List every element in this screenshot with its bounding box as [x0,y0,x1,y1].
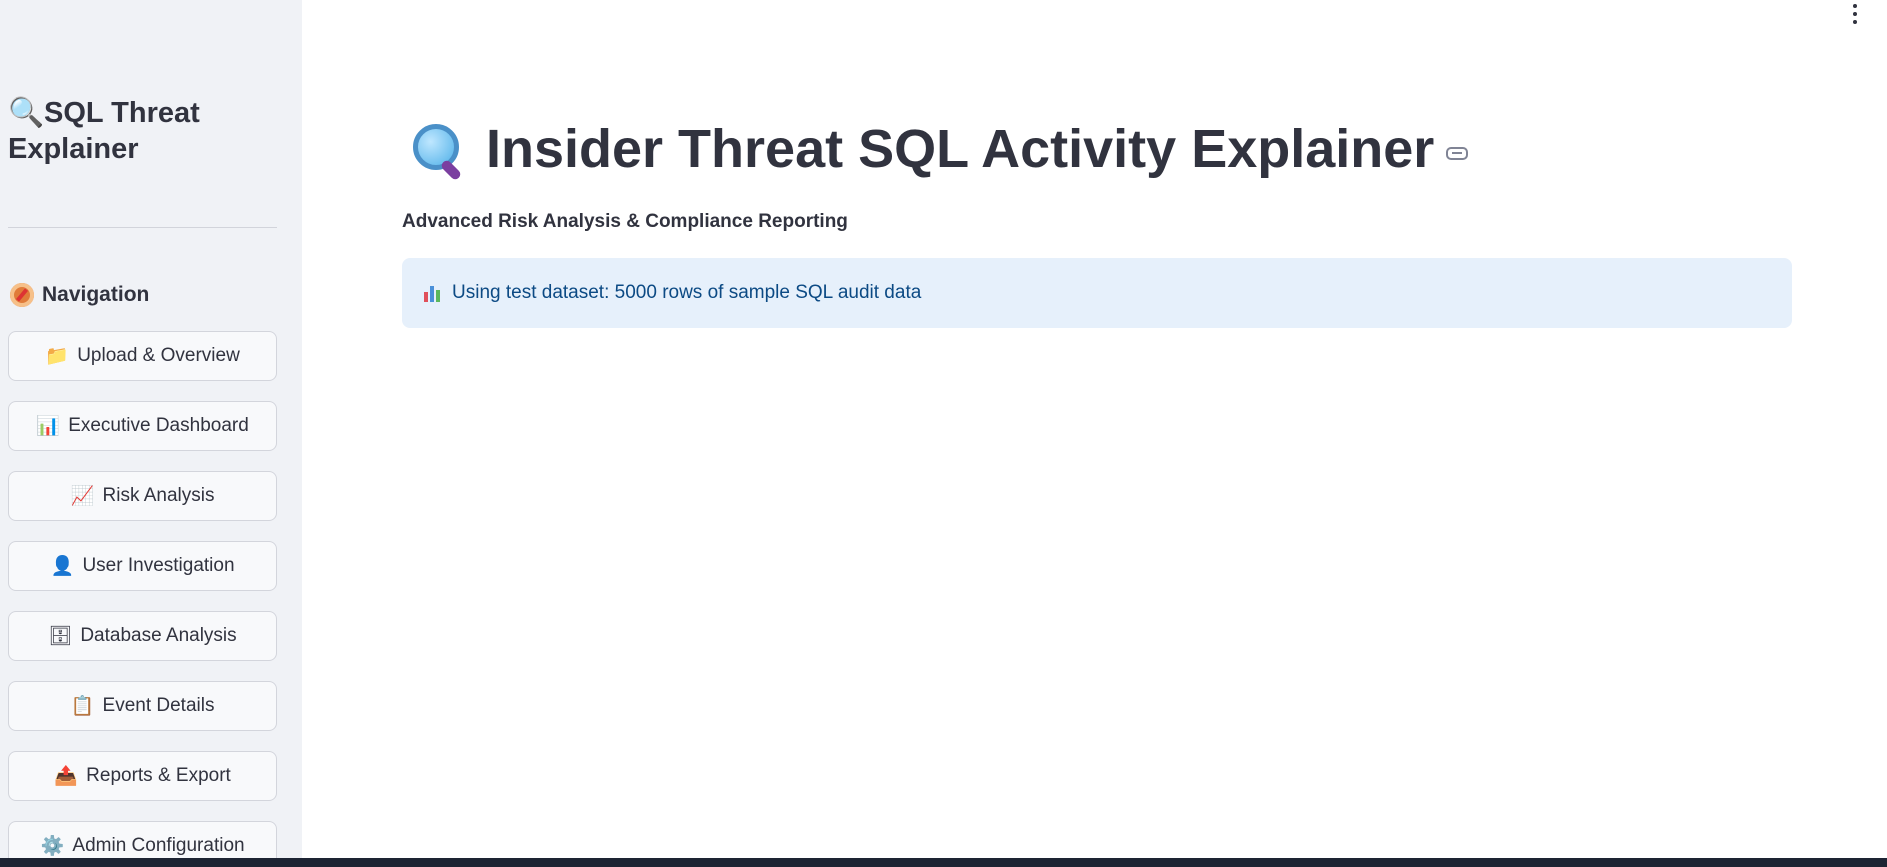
page-title: Insider Threat SQL Activity Explainer [410,118,1469,182]
nav-executive-dashboard-button[interactable]: 📊 Executive Dashboard [8,401,277,451]
navigation-heading-label: Navigation [42,283,150,306]
nav-user-investigation-button[interactable]: 👤 User Investigation [8,541,277,591]
folder-icon: 📁 [45,346,70,367]
bottom-bar [0,858,1887,867]
nav-reports-export-button[interactable]: 📤 Reports & Export [8,751,277,801]
nav-button-label: Admin Configuration [72,835,245,856]
compass-icon [10,283,34,307]
magnifying-glass-icon [410,121,466,182]
nav-button-label: Executive Dashboard [68,415,249,436]
nav-button-label: Event Details [102,695,215,716]
database-icon: 🗄 [48,626,73,647]
info-alert-text: Using test dataset: 5000 rows of sample … [452,282,922,303]
app-window: 🔍SQL Threat Explainer Navigation 📁 Uploa… [0,0,1887,867]
info-alert: Using test dataset: 5000 rows of sample … [402,258,1792,328]
sidebar-title: 🔍SQL Threat Explainer [8,95,288,167]
sidebar: 🔍SQL Threat Explainer Navigation 📁 Uploa… [0,0,302,867]
export-tray-icon: 📤 [54,766,78,787]
navigation-list: 📁 Upload & Overview 📊 Executive Dashboar… [8,331,277,867]
bar-chart-icon: 📊 [36,416,61,437]
page-title-text: Insider Threat SQL Activity Explainer [486,119,1435,179]
magnifying-glass-icon: 🔍 [8,97,45,129]
nav-database-analysis-button[interactable]: 🗄 Database Analysis [8,611,277,661]
anchor-link-icon[interactable] [1446,146,1469,160]
nav-button-label: User Investigation [82,555,235,576]
nav-event-details-button[interactable]: 📋 Event Details [8,681,277,731]
nav-button-label: Upload & Overview [77,345,240,366]
nav-button-label: Risk Analysis [102,485,215,506]
nav-button-label: Database Analysis [80,625,237,646]
trend-chart-icon: 📈 [70,486,95,507]
main-content: Insider Threat SQL Activity Explainer Ad… [302,0,1887,858]
gear-icon: ⚙️ [40,836,65,857]
clipboard-icon: 📋 [70,696,95,717]
sidebar-divider [8,227,277,228]
nav-button-label: Reports & Export [86,765,231,786]
nav-upload-overview-button[interactable]: 📁 Upload & Overview [8,331,277,381]
nav-risk-analysis-button[interactable]: 📈 Risk Analysis [8,471,277,521]
navigation-heading: Navigation [10,283,149,307]
more-options-icon[interactable] [1851,4,1859,24]
page-subtitle: Advanced Risk Analysis & Compliance Repo… [402,211,848,232]
bar-chart-icon [424,284,444,302]
user-icon: 👤 [50,556,75,577]
